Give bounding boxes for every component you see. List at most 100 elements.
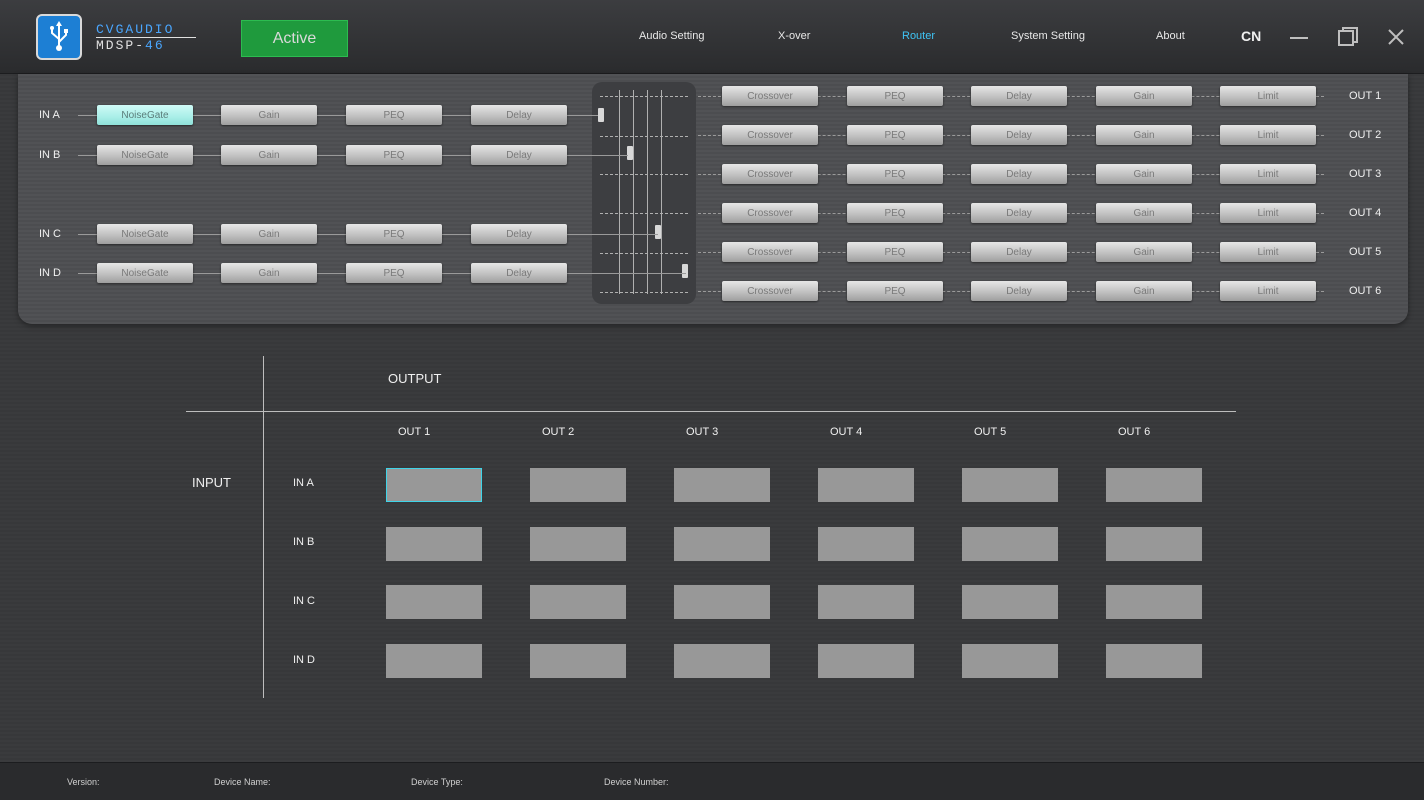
in-a-gain-button[interactable]: Gain bbox=[221, 105, 317, 125]
router-handle[interactable] bbox=[655, 225, 661, 239]
matrix-row-header: IN B bbox=[293, 536, 315, 548]
out-6-gain-button[interactable]: Gain bbox=[1096, 281, 1192, 301]
out-2-crossover-button[interactable]: Crossover bbox=[722, 125, 818, 145]
matrix-cell-in-d-out-3[interactable] bbox=[674, 644, 770, 678]
matrix-cell-in-a-out-6[interactable] bbox=[1106, 468, 1202, 502]
device-name-label: Device Name: bbox=[214, 777, 271, 787]
matrix-cell-in-b-out-2[interactable] bbox=[530, 527, 626, 561]
out-4-delay-button[interactable]: Delay bbox=[971, 203, 1067, 223]
usb-icon[interactable] bbox=[36, 14, 82, 60]
logo-model-suffix: 46 bbox=[145, 38, 165, 53]
matrix-cell-in-a-out-5[interactable] bbox=[962, 468, 1058, 502]
matrix-cell-in-d-out-2[interactable] bbox=[530, 644, 626, 678]
nav-x-over[interactable]: X-over bbox=[778, 30, 810, 42]
out-3-peq-button[interactable]: PEQ bbox=[847, 164, 943, 184]
matrix-cell-in-a-out-1[interactable] bbox=[386, 468, 482, 502]
out-1-gain-button[interactable]: Gain bbox=[1096, 86, 1192, 106]
out-5-delay-button[interactable]: Delay bbox=[971, 242, 1067, 262]
in-a-delay-button[interactable]: Delay bbox=[471, 105, 567, 125]
input-label: IN D bbox=[39, 267, 61, 279]
output-label: OUT 2 bbox=[1349, 129, 1382, 141]
in-b-gain-button[interactable]: Gain bbox=[221, 145, 317, 165]
out-4-limit-button[interactable]: Limit bbox=[1220, 203, 1316, 223]
matrix-cell-in-a-out-3[interactable] bbox=[674, 468, 770, 502]
out-5-crossover-button[interactable]: Crossover bbox=[722, 242, 818, 262]
in-b-noisegate-button[interactable]: NoiseGate bbox=[97, 145, 193, 165]
in-c-peq-button[interactable]: PEQ bbox=[346, 224, 442, 244]
in-a-noisegate-button[interactable]: NoiseGate bbox=[97, 105, 193, 125]
router-handle[interactable] bbox=[598, 108, 604, 122]
out-5-gain-button[interactable]: Gain bbox=[1096, 242, 1192, 262]
in-b-peq-button[interactable]: PEQ bbox=[346, 145, 442, 165]
in-c-gain-button[interactable]: Gain bbox=[221, 224, 317, 244]
in-d-noisegate-button[interactable]: NoiseGate bbox=[97, 263, 193, 283]
matrix-cell-in-c-out-1[interactable] bbox=[386, 585, 482, 619]
out-1-delay-button[interactable]: Delay bbox=[971, 86, 1067, 106]
out-6-delay-button[interactable]: Delay bbox=[971, 281, 1067, 301]
matrix-cell-in-c-out-6[interactable] bbox=[1106, 585, 1202, 619]
nav-about[interactable]: About bbox=[1156, 30, 1185, 42]
matrix-cell-in-b-out-1[interactable] bbox=[386, 527, 482, 561]
out-4-peq-button[interactable]: PEQ bbox=[847, 203, 943, 223]
output-label: OUT 1 bbox=[1349, 90, 1382, 102]
out-3-crossover-button[interactable]: Crossover bbox=[722, 164, 818, 184]
nav-router[interactable]: Router bbox=[902, 30, 935, 42]
out-4-gain-button[interactable]: Gain bbox=[1096, 203, 1192, 223]
out-6-peq-button[interactable]: PEQ bbox=[847, 281, 943, 301]
matrix-cell-in-d-out-4[interactable] bbox=[818, 644, 914, 678]
matrix-cell-in-b-out-6[interactable] bbox=[1106, 527, 1202, 561]
maximize-icon[interactable] bbox=[1333, 22, 1363, 52]
out-2-peq-button[interactable]: PEQ bbox=[847, 125, 943, 145]
nav-system-setting[interactable]: System Setting bbox=[1011, 30, 1085, 42]
in-a-peq-button[interactable]: PEQ bbox=[346, 105, 442, 125]
matrix-cell-in-a-out-2[interactable] bbox=[530, 468, 626, 502]
output-label: OUT 5 bbox=[1349, 246, 1382, 258]
router-handle[interactable] bbox=[682, 264, 688, 278]
in-d-delay-button[interactable]: Delay bbox=[471, 263, 567, 283]
matrix-cell-in-a-out-4[interactable] bbox=[818, 468, 914, 502]
out-3-limit-button[interactable]: Limit bbox=[1220, 164, 1316, 184]
out-2-limit-button[interactable]: Limit bbox=[1220, 125, 1316, 145]
device-number-label: Device Number: bbox=[604, 777, 669, 787]
out-6-crossover-button[interactable]: Crossover bbox=[722, 281, 818, 301]
in-b-delay-button[interactable]: Delay bbox=[471, 145, 567, 165]
active-status-button[interactable]: Active bbox=[241, 20, 348, 57]
close-icon[interactable] bbox=[1381, 22, 1411, 52]
matrix-cell-in-d-out-1[interactable] bbox=[386, 644, 482, 678]
out-2-delay-button[interactable]: Delay bbox=[971, 125, 1067, 145]
out-5-peq-button[interactable]: PEQ bbox=[847, 242, 943, 262]
matrix-cell-in-b-out-5[interactable] bbox=[962, 527, 1058, 561]
matrix-cell-in-c-out-5[interactable] bbox=[962, 585, 1058, 619]
in-d-gain-button[interactable]: Gain bbox=[221, 263, 317, 283]
matrix-cell-in-c-out-4[interactable] bbox=[818, 585, 914, 619]
logo-model-prefix: MDSP- bbox=[96, 38, 146, 53]
out-1-limit-button[interactable]: Limit bbox=[1220, 86, 1316, 106]
out-5-limit-button[interactable]: Limit bbox=[1220, 242, 1316, 262]
out-6-limit-button[interactable]: Limit bbox=[1220, 281, 1316, 301]
router-matrix-box[interactable] bbox=[592, 82, 696, 304]
out-4-crossover-button[interactable]: Crossover bbox=[722, 203, 818, 223]
matrix-row-header: IN A bbox=[293, 477, 314, 489]
matrix-cell-in-c-out-2[interactable] bbox=[530, 585, 626, 619]
minimize-icon[interactable] bbox=[1284, 22, 1314, 52]
matrix-cell-in-c-out-3[interactable] bbox=[674, 585, 770, 619]
nav-audio-setting[interactable]: Audio Setting bbox=[639, 30, 704, 42]
out-1-peq-button[interactable]: PEQ bbox=[847, 86, 943, 106]
matrix-cell-in-b-out-4[interactable] bbox=[818, 527, 914, 561]
out-3-gain-button[interactable]: Gain bbox=[1096, 164, 1192, 184]
matrix-cell-in-d-out-5[interactable] bbox=[962, 644, 1058, 678]
matrix-horizontal-divider bbox=[186, 411, 1236, 412]
in-c-noisegate-button[interactable]: NoiseGate bbox=[97, 224, 193, 244]
language-toggle[interactable]: CN bbox=[1241, 28, 1261, 44]
in-d-peq-button[interactable]: PEQ bbox=[346, 263, 442, 283]
matrix-cell-in-d-out-6[interactable] bbox=[1106, 644, 1202, 678]
router-handle[interactable] bbox=[627, 146, 633, 160]
out-2-gain-button[interactable]: Gain bbox=[1096, 125, 1192, 145]
router-line bbox=[600, 136, 688, 137]
device-type-label: Device Type: bbox=[411, 777, 463, 787]
out-1-crossover-button[interactable]: Crossover bbox=[722, 86, 818, 106]
output-label: OUT 6 bbox=[1349, 285, 1382, 297]
matrix-cell-in-b-out-3[interactable] bbox=[674, 527, 770, 561]
out-3-delay-button[interactable]: Delay bbox=[971, 164, 1067, 184]
in-c-delay-button[interactable]: Delay bbox=[471, 224, 567, 244]
